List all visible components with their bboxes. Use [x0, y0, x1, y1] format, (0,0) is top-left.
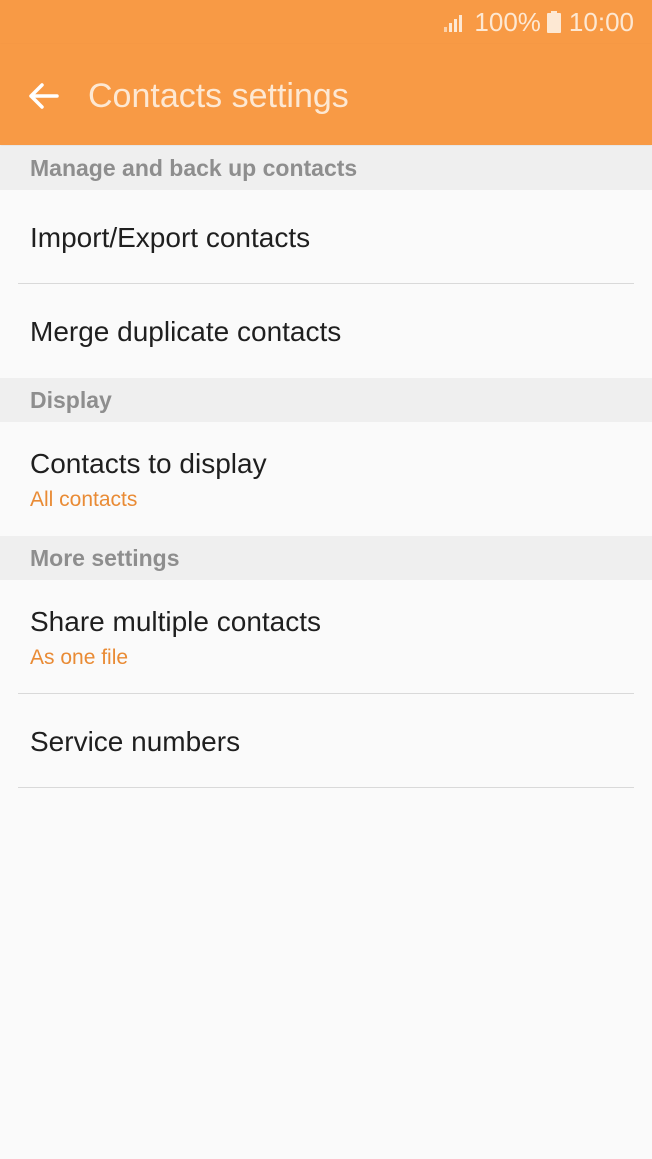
section-header-display: Display — [0, 378, 652, 422]
item-title: Share multiple contacts — [30, 606, 322, 637]
section-header-more: More settings — [0, 536, 652, 580]
section-header-manage: Manage and back up contacts — [0, 146, 652, 190]
signal-icon — [444, 15, 463, 32]
app-bar: Contacts settings — [0, 44, 652, 145]
clock: 10:00 — [568, 6, 634, 37]
status-indicators: 100% 10:00 — [444, 7, 634, 37]
divider — [18, 787, 634, 788]
item-subtitle: All contacts — [30, 488, 138, 511]
item-title: Contacts to display — [30, 448, 267, 479]
back-button[interactable] — [22, 74, 66, 118]
back-arrow-icon[interactable] — [29, 83, 59, 109]
import-export-contacts-item[interactable]: Import/Export contacts — [0, 190, 652, 284]
status-bar: 100% 10:00 — [0, 0, 652, 44]
contacts-to-display-item[interactable]: Contacts to display All contacts — [0, 422, 652, 536]
battery-icon — [546, 11, 561, 33]
item-title: Import/Export contacts — [30, 222, 311, 253]
item-title: Service numbers — [30, 726, 241, 757]
page-title: Contacts settings — [88, 77, 349, 115]
service-numbers-item[interactable]: Service numbers — [0, 694, 652, 788]
battery-percent: 100% — [474, 6, 541, 37]
share-multiple-contacts-item[interactable]: Share multiple contacts As one file — [0, 580, 652, 694]
merge-duplicate-contacts-item[interactable]: Merge duplicate contacts — [0, 284, 652, 378]
item-title: Merge duplicate contacts — [30, 316, 342, 347]
settings-list: Manage and back up contacts Import/Expor… — [0, 146, 652, 788]
item-subtitle: As one file — [30, 646, 129, 669]
